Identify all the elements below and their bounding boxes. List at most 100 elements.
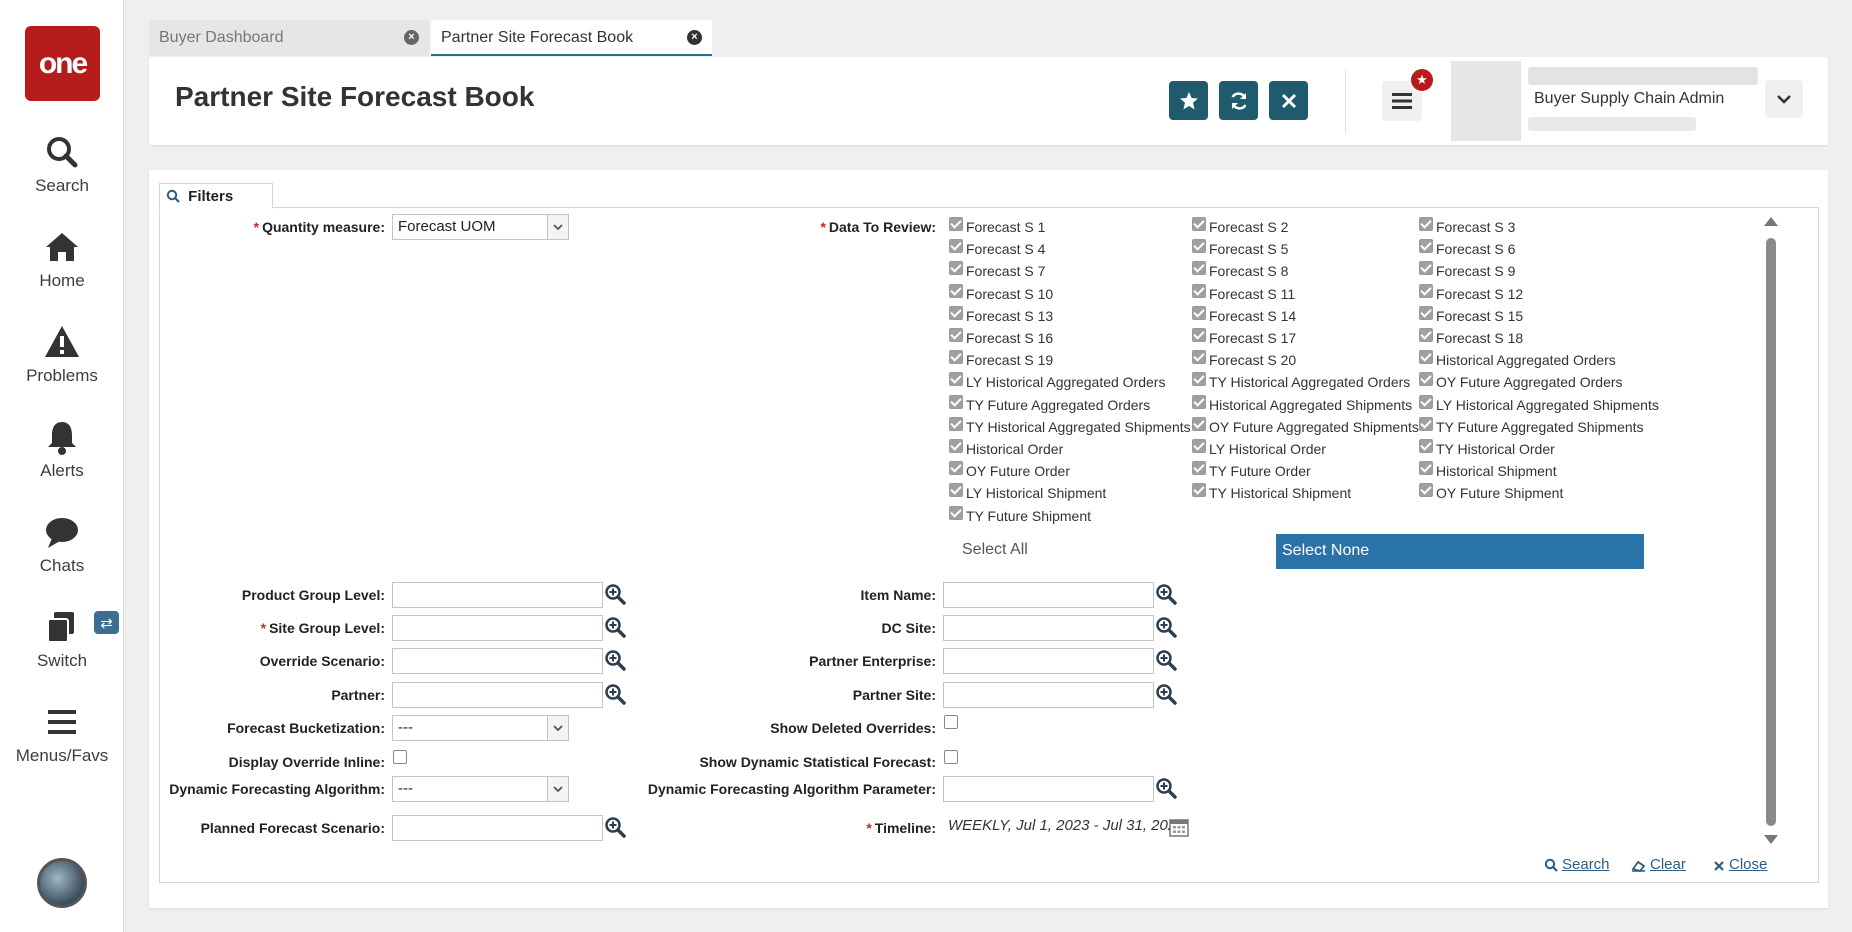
- data-to-review-checkbox[interactable]: [949, 217, 963, 231]
- nav-chats[interactable]: Chats: [0, 512, 124, 576]
- scroll-down-arrow[interactable]: [1764, 835, 1778, 844]
- data-to-review-option-label: Forecast S 2: [1209, 219, 1289, 235]
- lookup-icon[interactable]: [1155, 683, 1177, 705]
- nav-home[interactable]: Home: [0, 227, 124, 291]
- site-group-level-input[interactable]: [392, 615, 603, 641]
- quantity-measure-select[interactable]: Forecast UOM: [392, 214, 569, 240]
- data-to-review-checkbox[interactable]: [949, 417, 963, 431]
- data-to-review-option-label: Forecast S 7: [966, 263, 1046, 279]
- data-to-review-checkbox[interactable]: [1419, 483, 1433, 497]
- nav-menus-favs[interactable]: Menus/Favs: [0, 702, 124, 766]
- lookup-icon[interactable]: [604, 683, 626, 705]
- calendar-icon[interactable]: [1168, 816, 1190, 838]
- lookup-icon[interactable]: [604, 616, 626, 638]
- avatar[interactable]: [37, 858, 87, 908]
- close-tab-icon[interactable]: ×: [687, 30, 702, 45]
- close-link[interactable]: Close: [1713, 856, 1767, 873]
- lookup-icon[interactable]: [604, 649, 626, 671]
- data-to-review-checkbox[interactable]: [1192, 461, 1206, 475]
- data-to-review-checkbox[interactable]: [1419, 417, 1433, 431]
- search-link[interactable]: Search: [1544, 856, 1610, 873]
- dc-site-input[interactable]: [943, 615, 1154, 641]
- data-to-review-checkbox[interactable]: [1192, 372, 1206, 386]
- data-to-review-checkbox[interactable]: [1192, 239, 1206, 253]
- data-to-review-checkbox[interactable]: [1419, 395, 1433, 409]
- timeline-value[interactable]: WEEKLY, Jul 1, 2023 - Jul 31, 2023: [948, 817, 1185, 834]
- switch-arrows-icon[interactable]: ⇄: [94, 611, 119, 634]
- nav-problems[interactable]: Problems: [0, 322, 124, 386]
- tab-buyer-dashboard[interactable]: Buyer Dashboard ×: [149, 20, 429, 56]
- lookup-icon[interactable]: [1155, 616, 1177, 638]
- data-to-review-checkbox[interactable]: [949, 261, 963, 275]
- scrollbar-thumb[interactable]: [1766, 238, 1776, 826]
- data-to-review-checkbox[interactable]: [1192, 350, 1206, 364]
- data-to-review-checkbox[interactable]: [949, 239, 963, 253]
- data-to-review-checkbox[interactable]: [1192, 439, 1206, 453]
- data-to-review-checkbox[interactable]: [1192, 284, 1206, 298]
- planned-forecast-scenario-input[interactable]: [392, 815, 603, 841]
- show-deleted-overrides-checkbox[interactable]: [944, 715, 958, 729]
- nav-alerts[interactable]: Alerts: [0, 417, 124, 481]
- data-to-review-checkbox[interactable]: [1192, 306, 1206, 320]
- data-to-review-checkbox[interactable]: [1419, 328, 1433, 342]
- data-to-review-checkbox[interactable]: [1192, 261, 1206, 275]
- data-to-review-checkbox[interactable]: [1419, 284, 1433, 298]
- data-to-review-checkbox[interactable]: [1192, 395, 1206, 409]
- nav-search[interactable]: Search: [0, 132, 124, 196]
- data-to-review-checkbox[interactable]: [1419, 306, 1433, 320]
- product-group-level-input[interactable]: [392, 582, 603, 608]
- display-override-inline-checkbox[interactable]: [393, 750, 407, 764]
- data-to-review-checkbox[interactable]: [949, 439, 963, 453]
- data-to-review-checkbox[interactable]: [1192, 328, 1206, 342]
- data-to-review-checkbox[interactable]: [1192, 217, 1206, 231]
- favorite-button[interactable]: [1169, 81, 1208, 120]
- data-to-review-checkbox[interactable]: [1192, 483, 1206, 497]
- select-all-link[interactable]: Select All: [962, 541, 1028, 559]
- user-dropdown-button[interactable]: [1765, 80, 1803, 118]
- close-button[interactable]: [1269, 81, 1308, 120]
- dynamic-forecasting-algorithm-select[interactable]: ---: [392, 776, 569, 802]
- lookup-icon[interactable]: [1155, 649, 1177, 671]
- data-to-review-checkbox[interactable]: [949, 483, 963, 497]
- data-to-review-checkbox[interactable]: [1192, 417, 1206, 431]
- item-name-input[interactable]: [943, 582, 1154, 608]
- data-to-review-checkbox[interactable]: [949, 461, 963, 475]
- data-to-review-checkbox[interactable]: [949, 395, 963, 409]
- partner-site-input[interactable]: [943, 682, 1154, 708]
- override-scenario-input[interactable]: [392, 648, 603, 674]
- data-to-review-checkbox[interactable]: [1419, 261, 1433, 275]
- filters-tab[interactable]: Filters: [159, 183, 273, 209]
- user-photo: [1451, 61, 1521, 141]
- star-badge-icon: ★: [1409, 67, 1435, 93]
- data-to-review-checkbox[interactable]: [1419, 239, 1433, 253]
- partner-enterprise-input[interactable]: [943, 648, 1154, 674]
- data-to-review-checkbox[interactable]: [949, 372, 963, 386]
- clear-link[interactable]: Clear: [1631, 856, 1686, 873]
- lookup-icon[interactable]: [604, 583, 626, 605]
- one-logo[interactable]: one: [25, 26, 100, 101]
- data-to-review-checkbox[interactable]: [949, 350, 963, 364]
- lookup-icon[interactable]: [1155, 583, 1177, 605]
- lookup-icon[interactable]: [1155, 777, 1177, 799]
- data-to-review-checkbox[interactable]: [1419, 461, 1433, 475]
- dynamic-forecasting-algorithm-parameter-input[interactable]: [943, 776, 1154, 802]
- lookup-icon[interactable]: [604, 816, 626, 838]
- scroll-up-arrow[interactable]: [1764, 217, 1778, 226]
- data-to-review-checkbox[interactable]: [949, 284, 963, 298]
- nav-problems-label: Problems: [26, 366, 98, 385]
- select-none-button[interactable]: Select None: [1276, 534, 1644, 569]
- data-to-review-checkbox[interactable]: [1419, 439, 1433, 453]
- data-to-review-checkbox[interactable]: [949, 506, 963, 520]
- data-to-review-checkbox[interactable]: [1419, 372, 1433, 386]
- close-tab-icon[interactable]: ×: [404, 30, 419, 45]
- data-to-review-checkbox[interactable]: [1419, 217, 1433, 231]
- show-dynamic-statistical-forecast-checkbox[interactable]: [944, 750, 958, 764]
- partner-input[interactable]: [392, 682, 603, 708]
- data-to-review-checkbox[interactable]: [949, 328, 963, 342]
- data-to-review-option-label: TY Future Shipment: [966, 508, 1092, 524]
- data-to-review-checkbox[interactable]: [949, 306, 963, 320]
- forecast-bucketization-select[interactable]: ---: [392, 715, 569, 741]
- refresh-button[interactable]: [1219, 81, 1258, 120]
- tab-partner-site-forecast-book[interactable]: Partner Site Forecast Book ×: [431, 20, 712, 56]
- data-to-review-checkbox[interactable]: [1419, 350, 1433, 364]
